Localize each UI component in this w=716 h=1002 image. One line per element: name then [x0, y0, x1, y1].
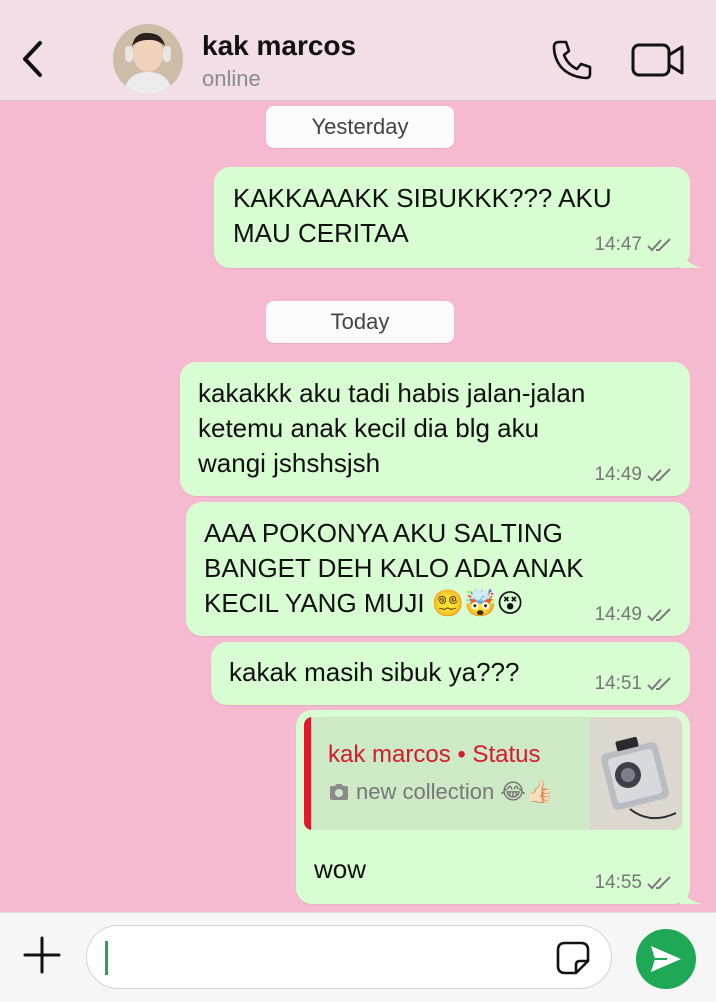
- message-time: 14:49: [594, 464, 642, 485]
- camera-photo: [590, 717, 682, 830]
- plus-icon: [23, 936, 61, 974]
- message-time: 14:55: [594, 872, 642, 893]
- outgoing-message[interactable]: kakak masih sibuk ya??? 14:51: [211, 642, 690, 705]
- video-call-button[interactable]: [630, 40, 686, 80]
- message-text: AAA POKONYA AKU SALTING BANGET DEH KALO …: [204, 518, 584, 618]
- quote-caption-text: new collection 😂👍🏻: [356, 779, 554, 804]
- outgoing-message[interactable]: kakakkk aku tadi habis jalan-jalan ketem…: [180, 362, 690, 496]
- quote-caption: new collection 😂👍🏻: [328, 779, 553, 805]
- date-separator-yesterday: Yesterday: [266, 106, 454, 148]
- status-thumbnail: [590, 717, 682, 830]
- double-check-icon: [647, 876, 671, 890]
- phone-icon: [552, 40, 592, 80]
- date-label: Yesterday: [311, 114, 409, 139]
- message-text: KAKKAAAKK SIBUKKK??? AKU MAU CERITAA: [233, 183, 612, 248]
- back-button[interactable]: [14, 36, 50, 82]
- contact-name[interactable]: kak marcos: [202, 30, 356, 62]
- quote-bar: [304, 717, 311, 830]
- double-check-icon: [647, 238, 671, 252]
- voice-call-button[interactable]: [550, 38, 594, 82]
- video-camera-icon: [631, 43, 684, 77]
- message-meta: 14:49: [594, 464, 674, 486]
- send-button[interactable]: [636, 929, 696, 989]
- double-check-icon: [647, 468, 671, 482]
- message-meta: 14:49: [594, 604, 674, 626]
- outgoing-status-reply[interactable]: kak marcos • Status new collection 😂👍🏻 w…: [296, 710, 702, 904]
- date-label: Today: [330, 309, 390, 334]
- message-text: wow: [314, 854, 367, 884]
- message-meta: 14:47: [594, 234, 674, 256]
- quote-author: kak marcos • Status: [328, 741, 541, 768]
- attach-button[interactable]: [22, 935, 62, 975]
- message-time: 14:47: [594, 234, 642, 255]
- date-separator-today: Today: [266, 301, 454, 343]
- back-icon: [23, 41, 42, 77]
- message-text: kakak masih sibuk ya???: [229, 657, 520, 687]
- text-caret: [105, 941, 108, 975]
- send-icon: [651, 946, 681, 972]
- message-text: kakakkk aku tadi habis jalan-jalan ketem…: [198, 378, 586, 478]
- message-time: 14:49: [594, 604, 642, 625]
- camera-icon: [330, 784, 348, 800]
- bubble-tail: [680, 248, 702, 268]
- double-check-icon: [647, 677, 671, 691]
- outgoing-message[interactable]: KAKKAAAKK SIBUKKK??? AKU MAU CERITAA 14:…: [214, 167, 702, 268]
- message-meta: 14:51: [594, 673, 674, 695]
- quoted-status[interactable]: kak marcos • Status new collection 😂👍🏻: [304, 717, 682, 830]
- contact-status: online: [202, 66, 261, 91]
- avatar-photo: [113, 24, 183, 94]
- avatar[interactable]: [113, 24, 183, 94]
- composer-bar: [0, 912, 716, 1002]
- chat-header: kak marcos online: [0, 0, 716, 101]
- message-meta: 14:55: [594, 872, 674, 894]
- message-time: 14:51: [594, 673, 642, 694]
- double-check-icon: [647, 608, 671, 622]
- message-input[interactable]: [86, 925, 612, 989]
- sticker-button[interactable]: [555, 940, 591, 976]
- sticker-icon: [556, 941, 590, 975]
- outgoing-message[interactable]: AAA POKONYA AKU SALTING BANGET DEH KALO …: [186, 502, 690, 636]
- bubble-tail: [680, 884, 702, 904]
